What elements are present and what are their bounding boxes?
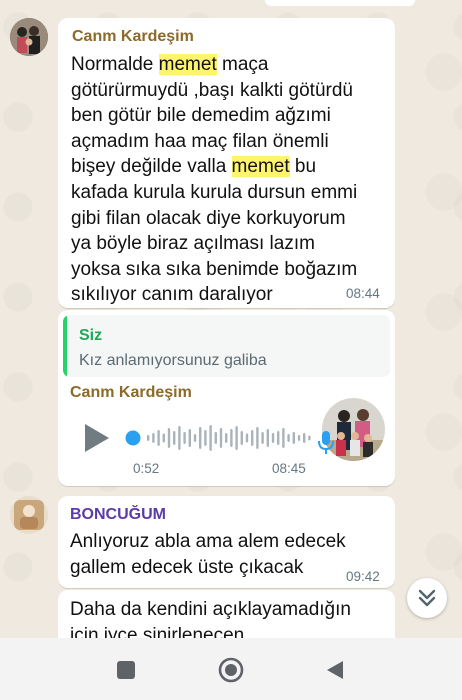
waveform-bar xyxy=(251,430,254,446)
waveform-bar xyxy=(256,427,259,449)
text-segment: Daha da kendini açıklayamadığın xyxy=(70,599,351,620)
waveform-bar xyxy=(261,432,264,444)
play-icon[interactable] xyxy=(82,421,112,455)
waveform-bar xyxy=(303,433,306,443)
text-segment: ben götür bile demedim ağzımi xyxy=(71,105,331,127)
waveform-bar xyxy=(193,434,197,442)
text-segment: Anlıyoruz abla ama alem edecek xyxy=(70,531,346,552)
voice-message-bubble[interactable]: Siz Kız anlamıyorsunuz galiba Canm Karde… xyxy=(58,310,395,486)
home-button[interactable] xyxy=(217,656,245,684)
waveform-bar xyxy=(173,431,176,445)
waveform-bar xyxy=(152,433,155,443)
message-line: bişey değilde valla memet bu xyxy=(71,154,357,180)
waveform-bar xyxy=(287,434,290,442)
message-text: Anlıyoruz abla ama alem edecek gallem ede… xyxy=(70,529,346,580)
text-segment: açmadım haa maç filan önemli xyxy=(71,130,329,152)
waveform-bar xyxy=(167,428,171,448)
text-segment: sıkılıyor canım daralıyor xyxy=(71,284,273,306)
message-time: 09:42 xyxy=(346,569,380,584)
waveform-bar xyxy=(199,427,202,449)
voice-waveform[interactable] xyxy=(123,422,313,454)
waveform-bar xyxy=(183,432,186,444)
waveform-bar xyxy=(178,426,181,450)
waveform-bar xyxy=(240,431,243,445)
message-line: Daha da kendini açıklayamadığın xyxy=(70,597,351,623)
message-line: ben götür bile demedim ağzımi xyxy=(71,103,357,129)
waveform-bar xyxy=(147,435,150,441)
text-segment: yoksa sıka sıka benimde boğazım xyxy=(71,258,358,280)
highlighted-keyword: memet xyxy=(158,54,217,75)
waveform-bar xyxy=(235,426,238,450)
waveform-bar xyxy=(162,433,165,443)
progress-thumb xyxy=(125,430,141,446)
text-segment: gibi filan olacak diye korkuyorum xyxy=(71,207,346,229)
message-bubble[interactable]: Canm Kardeşim Normalde memet maça götürür… xyxy=(58,18,395,308)
sender-name: BONCUĞUM xyxy=(70,506,166,523)
voice-elapsed: 0:52 xyxy=(133,461,160,476)
waveform-bar xyxy=(292,432,295,444)
text-segment: gallem edecek üste çıkacak xyxy=(70,556,304,578)
quoted-message[interactable]: Siz Kız anlamıyorsunuz galiba xyxy=(63,315,390,377)
text-segment: ya böyle biraz açılması lazım xyxy=(71,233,315,255)
message-time: 08:44 xyxy=(346,286,380,301)
quoted-text: Kız anlamıyorsunuz galiba xyxy=(79,352,267,369)
text-segment: bu xyxy=(289,156,317,178)
back-button[interactable] xyxy=(324,659,346,681)
text-segment: götürürmuydü ,başı kalkti götürdü xyxy=(71,79,353,101)
message-line: götürürmuydü ,başı kalkti götürdü xyxy=(71,78,357,104)
waveform-bar xyxy=(225,433,228,443)
sender-name: Canm Kardeşim xyxy=(72,28,194,45)
message-line: kafada kurula kurula dursun emmi xyxy=(71,180,357,206)
waveform-bar xyxy=(308,435,311,441)
waveform-bar xyxy=(219,428,223,448)
sender-name: Canm Kardeşim xyxy=(70,384,192,401)
scroll-to-bottom-button[interactable] xyxy=(407,578,447,618)
waveform-bar xyxy=(282,428,285,448)
waveform-bar xyxy=(271,433,275,443)
waveform-bar xyxy=(297,435,301,441)
message-bubble[interactable]: BONCUĞUM Anlıyoruz abla ama alem edecek g… xyxy=(58,496,395,588)
waveform-bar xyxy=(188,429,191,447)
message-text: Normalde memet maça götürürmuydü ,başı ka… xyxy=(71,52,357,308)
sender-avatar[interactable] xyxy=(10,18,48,56)
waveform-bar xyxy=(157,430,160,446)
message-line: gallem edecek üste çıkacak xyxy=(70,555,346,581)
message-line: Normalde memet maça xyxy=(71,52,357,78)
text-segment: bişey değilde valla xyxy=(71,156,232,178)
text-segment: maça xyxy=(216,54,269,75)
waveform-bar xyxy=(245,433,249,443)
message-time: 08:45 xyxy=(272,461,306,476)
system-navigation-bar xyxy=(0,638,462,700)
message-line: Anlıyoruz abla ama alem edecek xyxy=(70,529,346,555)
quote-accent-bar xyxy=(63,315,67,377)
waveform-bar xyxy=(266,429,269,447)
text-segment: kafada kurula kurula dursun emmi xyxy=(71,181,358,203)
double-chevron-down-icon xyxy=(418,589,436,607)
highlighted-keyword: memet xyxy=(231,156,290,178)
microphone-icon xyxy=(318,431,334,454)
waveform-bar xyxy=(277,431,280,445)
message-line: gibi filan olacak diye korkuyorum xyxy=(71,206,357,232)
waveform-bar xyxy=(214,432,217,444)
text-segment: Normalde xyxy=(71,54,159,75)
message-line: açmadım haa maç filan önemli xyxy=(71,129,357,155)
recents-button[interactable] xyxy=(116,660,136,680)
quoted-sender: Siz xyxy=(79,327,103,344)
waveform-bar xyxy=(230,429,233,447)
previous-bubble-edge xyxy=(265,0,415,6)
message-line: sıkılıyor canım daralıyor xyxy=(71,282,357,308)
waveform-bar xyxy=(209,425,212,451)
message-line: ya böyle biraz açılması lazım xyxy=(71,231,357,257)
message-line: yoksa sıka sıka benimde boğazım xyxy=(71,257,357,283)
sender-avatar[interactable] xyxy=(10,496,48,534)
waveform-bar xyxy=(204,430,207,446)
